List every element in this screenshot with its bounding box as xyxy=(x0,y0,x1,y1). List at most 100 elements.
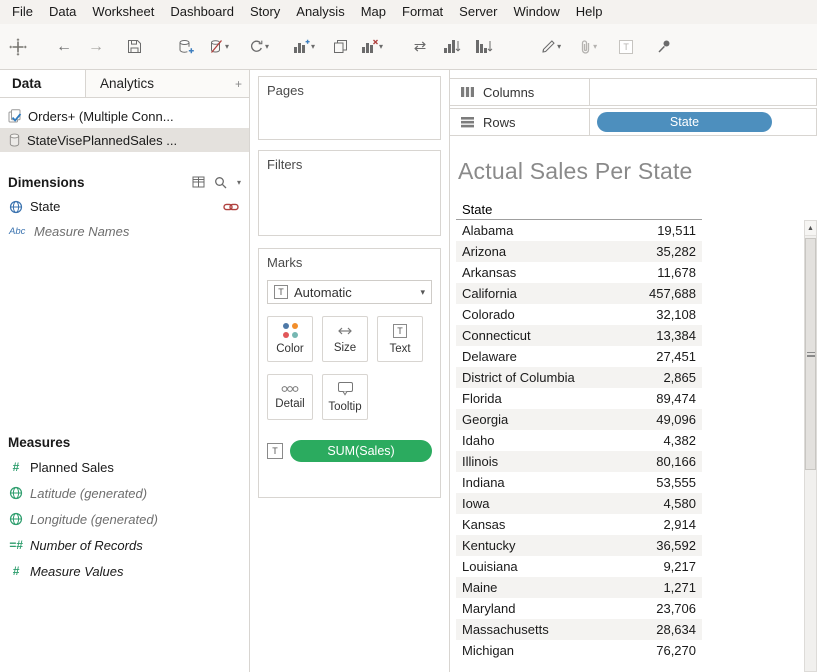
color-button[interactable]: Color xyxy=(267,316,313,362)
field-measure-values[interactable]: # Measure Values xyxy=(0,558,249,584)
table-row[interactable]: Illinois 80,166 xyxy=(456,451,702,472)
datasource-statevise[interactable]: StateVisePlannedSales ... xyxy=(0,128,249,152)
scrollbar-thumb[interactable] xyxy=(805,238,816,470)
rows-pill[interactable]: State xyxy=(597,112,772,132)
menu-item-worksheet[interactable]: Worksheet xyxy=(84,0,162,24)
menu-item-format[interactable]: Format xyxy=(394,0,451,24)
table-row[interactable]: Kansas 2,914 xyxy=(456,514,702,535)
field-number-of-records[interactable]: =# Number of Records xyxy=(0,532,249,558)
value-cell: 49,096 xyxy=(656,412,696,427)
menu-item-data[interactable]: Data xyxy=(41,0,84,24)
value-cell: 27,451 xyxy=(656,349,696,364)
attach-icon[interactable]: ▾ xyxy=(576,32,600,62)
text-table: State Alabama 19,511 Arizona 35,282 Arkansas… xyxy=(456,199,702,661)
sort-ascending-icon[interactable] xyxy=(440,32,464,62)
datasource-orders[interactable]: Orders+ (Multiple Conn... xyxy=(0,104,249,128)
new-worksheet-icon[interactable]: ▾ xyxy=(290,32,318,62)
filters-label: Filters xyxy=(267,157,303,172)
menu-item-map[interactable]: Map xyxy=(353,0,394,24)
table-row[interactable]: Idaho 4,382 xyxy=(456,430,702,451)
marks-card: Marks T Automatic ▾ Color Size T Text De… xyxy=(258,248,441,498)
redo-arrow-icon[interactable]: → xyxy=(84,32,108,62)
table-row[interactable]: District of Columbia 2,865 xyxy=(456,367,702,388)
table-row[interactable]: Florida 89,474 xyxy=(456,388,702,409)
field-state[interactable]: State xyxy=(0,194,249,219)
rows-drop-area[interactable]: State xyxy=(590,112,816,132)
table-row[interactable]: Iowa 4,580 xyxy=(456,493,702,514)
datasource-label: StateVisePlannedSales ... xyxy=(27,132,178,148)
table-row[interactable]: Delaware 27,451 xyxy=(456,346,702,367)
pin-icon[interactable] xyxy=(652,32,676,62)
rows-shelf[interactable]: Rows State xyxy=(450,108,817,136)
table-row[interactable]: Arizona 35,282 xyxy=(456,241,702,262)
view-data-grid-icon[interactable] xyxy=(192,176,205,188)
table-row[interactable]: Alabama 19,511 xyxy=(456,220,702,241)
text-button[interactable]: T Text xyxy=(377,316,423,362)
table-row[interactable]: Maryland 23,706 xyxy=(456,598,702,619)
field-longitude[interactable]: Longitude (generated) xyxy=(0,506,249,532)
show-mark-labels-icon[interactable]: T xyxy=(614,32,638,62)
columns-shelf[interactable]: Columns xyxy=(450,78,817,106)
globe-icon xyxy=(9,200,23,213)
scroll-up-arrow[interactable]: ▲ xyxy=(805,221,816,236)
duplicate-sheet-icon[interactable] xyxy=(328,32,352,62)
mark-type-dropdown[interactable]: T Automatic ▾ xyxy=(267,280,432,304)
rows-text: Rows xyxy=(483,114,516,130)
table-row[interactable]: Kentucky 36,592 xyxy=(456,535,702,556)
size-icon xyxy=(338,327,352,334)
text-mark-icon: T xyxy=(267,443,283,459)
undo-arrow-icon[interactable]: ← xyxy=(52,32,76,62)
table-row[interactable]: Louisiana 9,217 xyxy=(456,556,702,577)
mark-type-value: Automatic xyxy=(294,284,352,300)
table-row[interactable]: Indiana 53,555 xyxy=(456,472,702,493)
new-data-source-icon[interactable] xyxy=(174,32,198,62)
tab-analytics[interactable]: Analytics + xyxy=(86,70,249,97)
field-measure-names[interactable]: Abc Measure Names xyxy=(0,219,249,244)
search-icon[interactable] xyxy=(214,176,227,189)
menu-item-analysis[interactable]: Analysis xyxy=(288,0,352,24)
abc-icon: Abc xyxy=(9,226,26,237)
menu-item-window[interactable]: Window xyxy=(505,0,567,24)
menu-item-story[interactable]: Story xyxy=(242,0,288,24)
chevron-down-icon[interactable]: ▾ xyxy=(237,178,241,187)
table-row[interactable]: Massachusetts 28,634 xyxy=(456,619,702,640)
state-cell: Alabama xyxy=(462,223,514,238)
tab-data[interactable]: Data xyxy=(0,70,86,97)
save-icon[interactable] xyxy=(122,32,146,62)
menu-item-help[interactable]: Help xyxy=(568,0,611,24)
tableau-logo-icon[interactable] xyxy=(6,32,30,62)
table-row[interactable]: California 457,688 xyxy=(456,283,702,304)
menu-item-server[interactable]: Server xyxy=(451,0,505,24)
menu-item-file[interactable]: File xyxy=(4,0,41,24)
table-body: Alabama 19,511 Arizona 35,282 Arkansas 11,678… xyxy=(456,220,702,661)
link-icon[interactable] xyxy=(223,203,239,211)
table-row[interactable]: Colorado 32,108 xyxy=(456,304,702,325)
run-auto-updates-icon[interactable]: ▾ xyxy=(246,32,272,62)
vertical-scrollbar[interactable]: ▲ xyxy=(804,220,817,672)
field-planned-sales[interactable]: # Planned Sales xyxy=(0,454,249,480)
menu-item-dashboard[interactable]: Dashboard xyxy=(162,0,242,24)
filters-shelf[interactable]: Filters xyxy=(258,150,441,236)
sum-sales-pill[interactable]: SUM(Sales) xyxy=(290,440,432,462)
table-row[interactable]: Arkansas 11,678 xyxy=(456,262,702,283)
table-row[interactable]: Maine 1,271 xyxy=(456,577,702,598)
tooltip-button[interactable]: Tooltip xyxy=(322,374,368,420)
table-row[interactable]: Connecticut 13,384 xyxy=(456,325,702,346)
size-button[interactable]: Size xyxy=(322,316,368,362)
state-cell: Connecticut xyxy=(462,328,531,343)
value-cell: 23,706 xyxy=(656,601,696,616)
pause-auto-updates-icon[interactable]: ▾ xyxy=(206,32,232,62)
field-latitude[interactable]: Latitude (generated) xyxy=(0,480,249,506)
pages-shelf[interactable]: Pages xyxy=(258,76,441,140)
highlight-icon[interactable]: ▾ xyxy=(538,32,564,62)
column-header[interactable]: State xyxy=(456,199,702,220)
swap-rows-columns-icon[interactable]: ⇄ xyxy=(408,32,432,62)
value-cell: 11,678 xyxy=(657,265,696,280)
pane-options-icon[interactable]: + xyxy=(235,77,242,91)
detail-button[interactable]: Detail xyxy=(267,374,313,420)
state-cell: Illinois xyxy=(462,454,499,469)
table-row[interactable]: Georgia 49,096 xyxy=(456,409,702,430)
clear-sheet-icon[interactable]: ▾ xyxy=(358,32,386,62)
table-row[interactable]: Michigan 76,270 xyxy=(456,640,702,661)
sort-descending-icon[interactable] xyxy=(472,32,496,62)
